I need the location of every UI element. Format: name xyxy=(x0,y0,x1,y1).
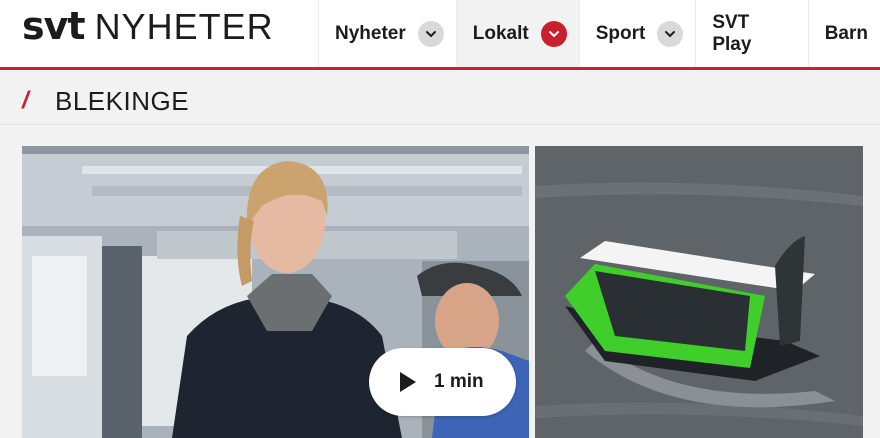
svt-nyheter-logo[interactable]: svt NYHETER xyxy=(22,4,274,48)
region-slash-icon: / xyxy=(22,87,29,114)
nav-item-lokalt[interactable]: Lokalt xyxy=(455,0,579,67)
logo-brand: svt xyxy=(22,4,86,48)
nav-item-label: Lokalt xyxy=(472,22,529,44)
nav-item-label: Barn xyxy=(824,22,868,44)
nav-item-barn[interactable]: Barn xyxy=(807,0,880,67)
logo-section: NYHETER xyxy=(94,6,274,47)
region-bar: / BLEKINGE xyxy=(0,73,880,125)
site-header: svt NYHETER Nyheter Lokalt Sport SVT Pla… xyxy=(0,0,880,70)
region-title[interactable]: BLEKINGE xyxy=(55,86,189,117)
chevron-down-icon[interactable] xyxy=(417,20,444,47)
nav-item-svt-play[interactable]: SVT Play xyxy=(695,0,807,67)
boat-image xyxy=(535,146,863,438)
video-duration-label: 1 min xyxy=(434,371,484,392)
secondary-article-image[interactable] xyxy=(535,146,863,438)
nav-item-label: Sport xyxy=(595,22,646,44)
play-video-button[interactable]: 1 min xyxy=(369,348,516,416)
chevron-down-icon[interactable] xyxy=(657,20,684,47)
main-nav: Nyheter Lokalt Sport SVT Play Barn xyxy=(318,0,880,67)
nav-item-nyheter[interactable]: Nyheter xyxy=(318,0,456,67)
nav-item-label: SVT Play xyxy=(712,11,752,55)
play-icon xyxy=(400,372,416,392)
nav-item-sport[interactable]: Sport xyxy=(578,0,696,67)
nav-item-label: Nyheter xyxy=(335,22,406,44)
chevron-down-icon[interactable] xyxy=(540,20,567,47)
